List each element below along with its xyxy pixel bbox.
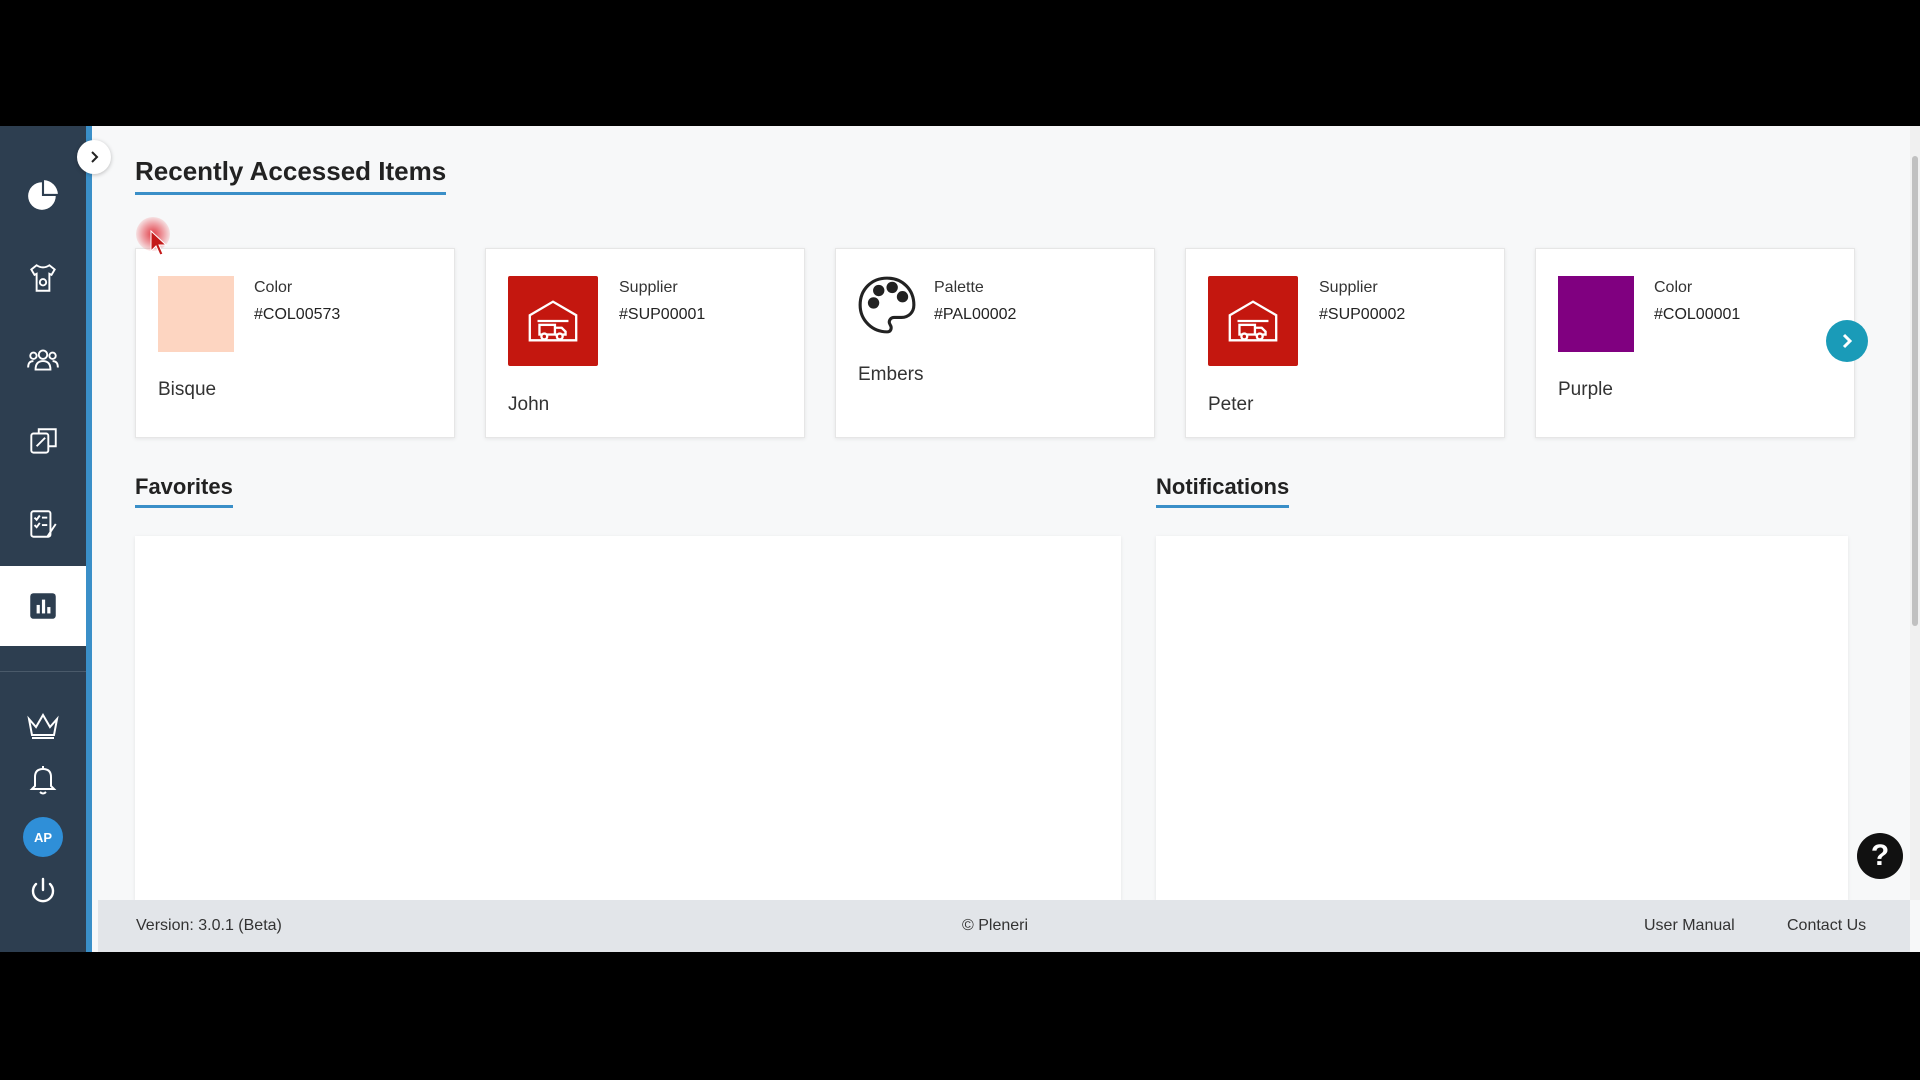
recent-item-card[interactable]: Color #COL00001 Purple [1535,248,1855,438]
item-name: John [508,394,550,415]
version-label: Version: 3.0.1 (Beta) [136,917,282,934]
item-code: #SUP00001 [619,306,706,323]
letterbox-top [0,0,1920,126]
bell-icon [29,766,57,795]
app-window: AP Recently Accessed Items Color #COL005… [0,126,1920,952]
recent-item-card[interactable]: Color #COL00573 Bisque [135,248,455,438]
recent-item-card[interactable]: Supplier #SUP00002 Peter [1185,248,1505,438]
supplier-thumbnail [508,276,598,366]
sidebar-item-design[interactable] [0,402,86,482]
item-name: Peter [1208,394,1254,415]
recent-items-title: Recently Accessed Items [135,156,447,199]
pie-chart-icon [28,180,58,210]
item-code: #COL00001 [1654,306,1741,323]
premium-button[interactable] [0,698,86,752]
users-icon [27,349,59,371]
warehouse-truck-icon [528,300,578,342]
power-icon [31,877,55,903]
chevron-right-icon [91,151,99,163]
notifications-title: Notifications [1156,474,1290,512]
notifications-panel [1156,536,1848,902]
user-manual-link[interactable]: User Manual [1644,917,1735,935]
recent-item-card[interactable]: Supplier #SUP00001 John [485,248,805,438]
item-code: #PAL00002 [934,306,1017,323]
favorites-panel [135,536,1121,902]
design-tools-icon [30,428,57,454]
recent-items-title-text: Recently Accessed Items [135,156,447,186]
favorites-title: Favorites [135,474,233,512]
sidebar-divider [0,671,86,672]
recent-item-card[interactable]: Palette #PAL00002 Embers [835,248,1155,438]
mouse-cursor-icon [150,230,168,256]
sidebar-toggle-button[interactable] [77,140,111,174]
item-name: Bisque [158,379,217,400]
item-type: Color [254,279,293,296]
sidebar-item-users[interactable] [0,320,86,400]
avatar: AP [23,817,63,857]
item-name: Purple [1558,379,1613,400]
sidebar-item-reports[interactable] [0,566,86,646]
color-swatch [158,276,234,352]
main-content: Recently Accessed Items Color #COL00573 … [98,126,1908,902]
item-code: #COL00573 [254,306,341,323]
item-type: Supplier [1319,279,1378,296]
sidebar-item-dashboard[interactable] [0,156,86,236]
title-underline [135,192,447,195]
item-type: Supplier [619,279,678,296]
scrollbar-thumb[interactable] [1912,156,1918,626]
favorites-title-text: Favorites [135,474,233,499]
carousel-next-button[interactable] [1826,320,1868,362]
title-underline [135,505,233,508]
title-underline [1156,505,1290,508]
crown-icon [27,713,59,739]
bar-chart-icon [30,593,56,619]
color-swatch [1558,276,1634,352]
garment-icon [30,264,56,292]
letterbox-bottom [0,952,1920,1080]
user-avatar-button[interactable]: AP [0,810,86,864]
notifications-title-text: Notifications [1156,474,1290,499]
supplier-thumbnail [1208,276,1298,366]
sidebar-item-tasks[interactable] [0,484,86,564]
palette-icon [858,276,916,334]
item-code: #SUP00002 [1319,306,1406,323]
checklist-icon [30,510,57,538]
help-button[interactable]: ? [1857,833,1903,879]
notifications-button[interactable] [0,752,86,806]
chevron-right-icon [1842,333,1853,349]
warehouse-truck-icon [1228,300,1278,342]
page-scrollbar[interactable] [1910,126,1920,900]
item-type: Color [1654,279,1693,296]
contact-us-link[interactable]: Contact Us [1787,917,1866,935]
sidebar: AP [0,126,92,952]
copyright-label: © Pleneri [962,917,1029,934]
logout-button[interactable] [0,864,86,918]
item-type: Palette [934,279,984,296]
sidebar-item-products[interactable] [0,238,86,318]
footer: Version: 3.0.1 (Beta) © Pleneri User Man… [98,900,1910,952]
item-name: Embers [858,364,924,385]
